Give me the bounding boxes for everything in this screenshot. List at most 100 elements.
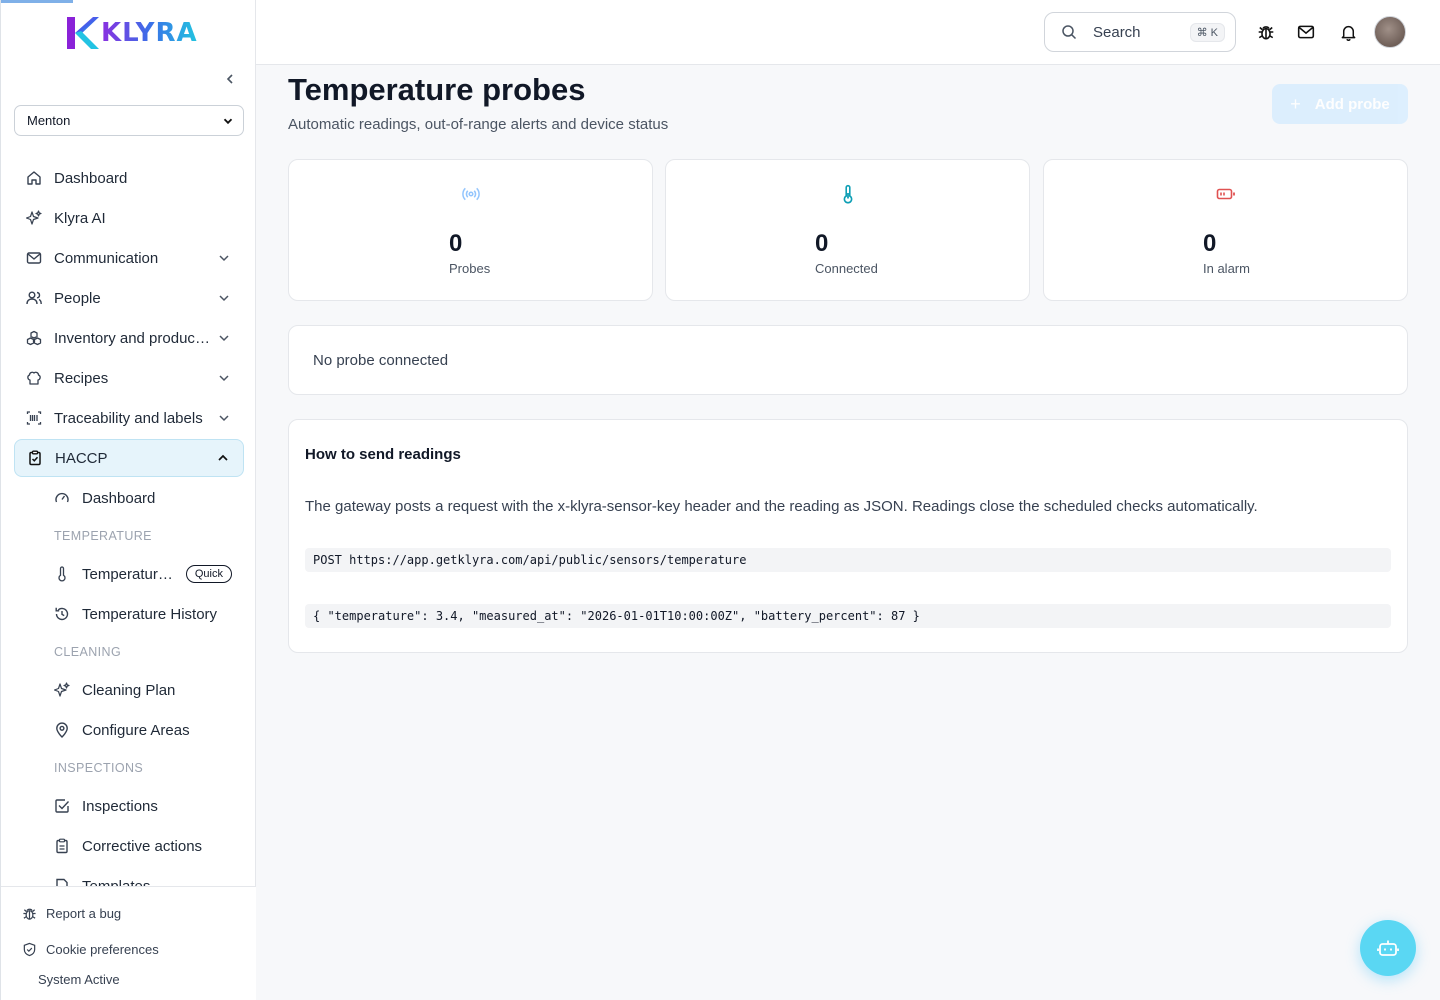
mail-icon bbox=[1297, 25, 1315, 39]
howto-title: How to send readings bbox=[305, 446, 461, 463]
search-placeholder: Search bbox=[1093, 23, 1141, 41]
file-icon bbox=[54, 878, 70, 886]
empty-state-text: No probe connected bbox=[313, 351, 449, 369]
mail-icon bbox=[25, 249, 43, 267]
sidebar-subitem-temperature-history[interactable]: Temperature History bbox=[14, 594, 244, 634]
bot-icon bbox=[1377, 940, 1399, 956]
stat-value: 0 bbox=[815, 230, 829, 257]
chevron-up-icon bbox=[217, 451, 231, 465]
search-input[interactable]: Search ⌘ K bbox=[1044, 12, 1236, 52]
site-select[interactable]: Menton bbox=[14, 105, 244, 136]
sidebar-subitem-inspections[interactable]: Inspections bbox=[14, 786, 244, 826]
avatar[interactable] bbox=[1374, 16, 1406, 48]
page-subtitle: Automatic readings, out-of-range alerts … bbox=[288, 116, 669, 133]
boxes-icon bbox=[25, 329, 43, 347]
sidebar-item-haccp[interactable]: HACCP bbox=[14, 439, 244, 477]
stat-value: 0 bbox=[449, 230, 463, 257]
sidebar-subitem-corrective-actions[interactable]: Corrective actions bbox=[14, 826, 244, 866]
sidebar-subitem-label: Corrective actions bbox=[82, 837, 203, 855]
chevron-down-icon bbox=[218, 411, 232, 425]
stat-value: 0 bbox=[1203, 230, 1217, 257]
assistant-fab-button[interactable] bbox=[1360, 920, 1416, 976]
payload-code[interactable]: { "temperature": 3.4, "measured_at": "20… bbox=[305, 604, 1391, 628]
checkbox-icon bbox=[54, 798, 70, 814]
messages-button[interactable] bbox=[1296, 22, 1316, 42]
chevron-left-icon bbox=[226, 74, 233, 84]
howto-description: The gateway posts a request with the x-k… bbox=[305, 498, 1258, 515]
stat-card-probes: 0 Probes bbox=[288, 159, 653, 301]
home-icon bbox=[25, 169, 43, 187]
clipboard-check-icon bbox=[26, 449, 44, 467]
history-icon bbox=[54, 606, 70, 622]
sidebar-subitem-haccp-dashboard[interactable]: Dashboard bbox=[14, 478, 244, 518]
map-pin-icon bbox=[54, 722, 70, 738]
report-bug-link[interactable]: Report a bug bbox=[1, 895, 256, 931]
sidebar: KLYRA Menton Dashboard Klyra AI Communic… bbox=[0, 0, 256, 1000]
thermometer-icon bbox=[54, 566, 70, 582]
sidebar-subitem-cleaning-plan[interactable]: Cleaning Plan bbox=[14, 670, 244, 710]
report-bug-label: Report a bug bbox=[46, 905, 122, 921]
sidebar-subitem-label: Dashboard bbox=[82, 489, 156, 507]
chevron-down-icon bbox=[223, 118, 233, 124]
section-label-cleaning: CLEANING bbox=[54, 645, 122, 659]
sidebar-subitem-label: Temperature History bbox=[82, 605, 218, 623]
site-select-value: Menton bbox=[27, 113, 71, 128]
sidebar-item-label: Inventory and production bbox=[54, 329, 210, 347]
bug-icon bbox=[22, 905, 38, 921]
sidebar-item-klyra-ai[interactable]: Klyra AI bbox=[14, 198, 244, 238]
sidebar-subitem-temperature-probes[interactable]: Temperature probes Quick bbox=[14, 554, 244, 594]
stat-card-connected: 0 Connected bbox=[665, 159, 1030, 301]
add-probe-label: Add probe bbox=[1314, 95, 1390, 113]
sidebar-item-inventory[interactable]: Inventory and production bbox=[14, 318, 244, 358]
sidebar-item-label: Klyra AI bbox=[54, 209, 106, 227]
sidebar-item-people[interactable]: People bbox=[14, 278, 244, 318]
clipboard-icon bbox=[54, 838, 70, 854]
thermometer-icon bbox=[838, 184, 858, 204]
stat-label: Connected bbox=[815, 261, 878, 276]
chef-hat-icon bbox=[25, 369, 43, 387]
cookie-preferences-label: Cookie preferences bbox=[46, 941, 159, 957]
search-shortcut: ⌘ K bbox=[1189, 22, 1225, 42]
shield-check-icon bbox=[22, 941, 38, 957]
sidebar-footer: Report a bug Cookie preferences System A… bbox=[1, 886, 256, 1000]
sidebar-item-dashboard[interactable]: Dashboard bbox=[14, 158, 244, 198]
cookie-preferences-link[interactable]: Cookie preferences bbox=[1, 931, 256, 967]
sidebar-item-label: Traceability and labels bbox=[54, 409, 203, 427]
search-icon bbox=[1061, 24, 1077, 40]
sidebar-item-label: Dashboard bbox=[54, 169, 128, 187]
sidebar-item-traceability[interactable]: Traceability and labels bbox=[14, 398, 244, 438]
sidebar-item-recipes[interactable]: Recipes bbox=[14, 358, 244, 398]
notifications-button[interactable] bbox=[1338, 22, 1358, 42]
chevron-down-icon bbox=[218, 291, 232, 305]
section-label-temperature: TEMPERATURE bbox=[54, 529, 152, 543]
sidebar-item-label: People bbox=[54, 289, 101, 307]
stat-label: Probes bbox=[449, 261, 491, 276]
sidebar-subitem-templates[interactable]: Templates bbox=[14, 866, 244, 886]
radio-signal-icon bbox=[461, 184, 481, 204]
section-label-inspections: INSPECTIONS bbox=[54, 761, 144, 775]
quick-badge: Quick bbox=[185, 565, 232, 583]
battery-low-icon bbox=[1216, 184, 1236, 204]
empty-state-card: No probe connected bbox=[288, 325, 1408, 395]
collapse-sidebar-button[interactable] bbox=[221, 70, 239, 88]
gauge-icon bbox=[54, 490, 70, 506]
sidebar-item-label: Communication bbox=[54, 249, 159, 267]
sidebar-item-label: Recipes bbox=[54, 369, 109, 387]
bell-icon bbox=[1341, 25, 1355, 41]
endpoint-code[interactable]: POST https://app.getklyra.com/api/public… bbox=[305, 548, 1391, 572]
howto-card: How to send readings The gateway posts a… bbox=[288, 419, 1408, 653]
system-status: System Active bbox=[38, 971, 120, 987]
users-icon bbox=[25, 289, 43, 307]
sidebar-item-communication[interactable]: Communication bbox=[14, 238, 244, 278]
add-probe-button[interactable]: + Add probe bbox=[1272, 84, 1408, 124]
sidebar-subitem-configure-areas[interactable]: Configure Areas bbox=[14, 710, 244, 750]
sidebar-nav: Dashboard Klyra AI Communication People … bbox=[14, 158, 244, 886]
bug-icon bbox=[1258, 26, 1274, 40]
plus-icon: + bbox=[1290, 93, 1301, 114]
barcode-icon bbox=[25, 409, 43, 427]
stat-card-in-alarm: 0 In alarm bbox=[1043, 159, 1408, 301]
bug-report-button[interactable] bbox=[1256, 22, 1276, 42]
loading-bar bbox=[1, 0, 73, 3]
brand-logo[interactable]: KLYRA bbox=[65, 14, 198, 52]
chevron-down-icon bbox=[218, 371, 232, 385]
